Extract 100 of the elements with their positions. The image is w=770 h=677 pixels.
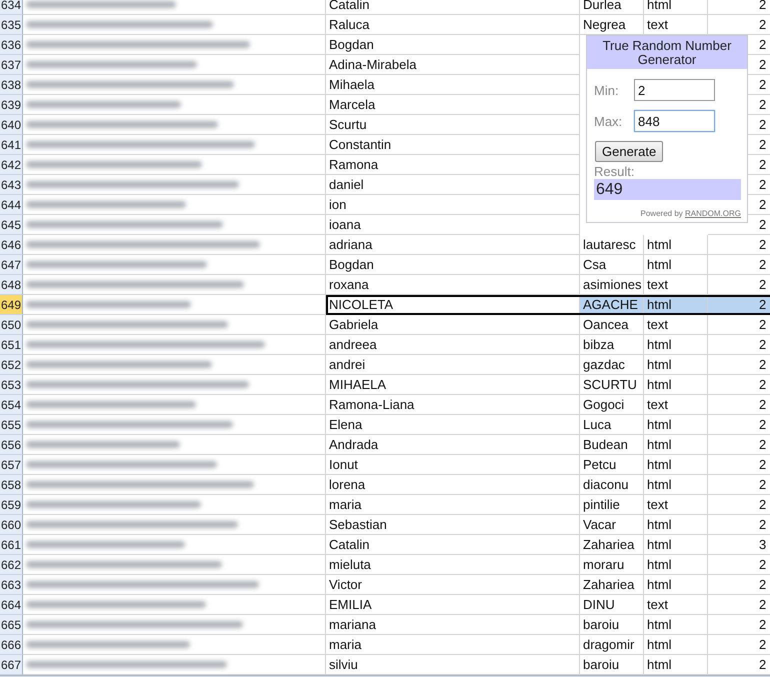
row-header[interactable]: 644 xyxy=(0,195,23,215)
table-cell: MIHAELA xyxy=(326,375,580,395)
row-header[interactable]: 642 xyxy=(0,155,23,175)
table-cell: Oancea xyxy=(580,315,644,335)
table-cell: html xyxy=(644,355,708,375)
table-cell: maria xyxy=(326,635,580,655)
result-label: Result: xyxy=(594,165,636,179)
table-cell: Elena xyxy=(326,415,580,435)
field-label: Min: xyxy=(594,82,620,98)
table-cell: lorena xyxy=(326,475,580,495)
table-cell: html xyxy=(644,435,708,455)
table-cell: DINU xyxy=(580,595,644,615)
row-header[interactable]: 643 xyxy=(0,175,23,195)
row-header[interactable]: 661 xyxy=(0,535,23,555)
table-cell: Scurtu xyxy=(326,115,580,135)
row-header[interactable]: 637 xyxy=(0,55,23,75)
table-cell: gazdac xyxy=(580,355,644,375)
table-cell: SCURTU xyxy=(580,375,644,395)
table-cell: html xyxy=(644,415,708,435)
table-cell: html xyxy=(644,375,708,395)
table-cell: Gogoci xyxy=(580,395,644,415)
table-cell: Ionut xyxy=(326,455,580,475)
table-cell: html xyxy=(644,535,708,555)
random-org-link[interactable]: RANDOM.ORG xyxy=(685,209,741,218)
row-header[interactable]: 647 xyxy=(0,255,23,275)
table-cell: text xyxy=(644,275,708,295)
table-cell: EMILIA xyxy=(326,595,580,615)
table-cell: html xyxy=(644,575,708,595)
table-cell: pintilie xyxy=(580,495,644,515)
min-field[interactable]: 2 xyxy=(634,79,715,101)
row-header[interactable]: 638 xyxy=(0,75,23,95)
table-cell: Zahariea xyxy=(580,575,644,595)
table-cell: 2 xyxy=(708,0,770,15)
row-header[interactable]: 662 xyxy=(0,555,23,575)
max-field[interactable]: 848 xyxy=(634,110,715,132)
table-cell: dragomir xyxy=(580,635,644,655)
table-cell: Constantin xyxy=(326,135,580,155)
table-cell: text xyxy=(644,595,708,615)
row-header[interactable]: 650 xyxy=(0,315,23,335)
row-header[interactable]: 658 xyxy=(0,475,23,495)
table-cell: html xyxy=(644,555,708,575)
table-cell: Negrea xyxy=(580,15,644,35)
row-header[interactable]: 664 xyxy=(0,595,23,615)
row-header[interactable]: 635 xyxy=(0,15,23,35)
table-cell: Csa xyxy=(580,255,644,275)
table-cell: Budean xyxy=(580,435,644,455)
table-cell: Bogdan xyxy=(326,255,580,275)
table-cell: AGACHE xyxy=(580,295,644,315)
row-header[interactable]: 660 xyxy=(0,515,23,535)
table-cell: text xyxy=(644,315,708,335)
result-value: 649 xyxy=(594,179,741,200)
table-cell: html xyxy=(644,295,708,315)
row-header[interactable]: 640 xyxy=(0,115,23,135)
table-cell: asimiones xyxy=(580,275,644,295)
row-header[interactable]: 665 xyxy=(0,615,23,635)
table-cell: Raluca xyxy=(326,15,580,35)
row-header[interactable]: 655 xyxy=(0,415,23,435)
table-cell: html xyxy=(644,335,708,355)
table-cell: Zahariea xyxy=(580,535,644,555)
table-cell: lautaresc xyxy=(580,235,644,255)
table-cell: ion xyxy=(326,195,580,215)
table-cell: Catalin xyxy=(326,535,580,555)
table-cell: html xyxy=(644,615,708,635)
row-header[interactable]: 653 xyxy=(0,375,23,395)
table-cell: Ramona xyxy=(326,155,580,175)
table-cell: maria xyxy=(326,495,580,515)
table-cell: roxana xyxy=(326,275,580,295)
table-cell: Sebastian xyxy=(326,515,580,535)
table-cell: Vacar xyxy=(580,515,644,535)
row-header[interactable]: 645 xyxy=(0,215,23,235)
row-header[interactable]: 651 xyxy=(0,335,23,355)
row-header[interactable]: 663 xyxy=(0,575,23,595)
table-cell: mariana xyxy=(326,615,580,635)
table-cell: html xyxy=(644,515,708,535)
table-cell: diaconu xyxy=(580,475,644,495)
row-header[interactable]: 656 xyxy=(0,435,23,455)
table-cell: Ramona-Liana xyxy=(326,395,580,415)
table-cell: Luca xyxy=(580,415,644,435)
row-header[interactable]: 649 xyxy=(0,295,23,315)
row-header[interactable]: 636 xyxy=(0,35,23,55)
generate-button[interactable]: Generate xyxy=(595,141,664,162)
row-header[interactable]: 657 xyxy=(0,455,23,475)
row-header[interactable]: 659 xyxy=(0,495,23,515)
table-cell: adriana xyxy=(326,235,580,255)
row-header[interactable]: 641 xyxy=(0,135,23,155)
row-header[interactable]: 634 xyxy=(0,0,23,15)
row-header[interactable]: 667 xyxy=(0,655,23,675)
table-cell: Marcela xyxy=(326,95,580,115)
row-header[interactable]: 639 xyxy=(0,95,23,115)
table-cell: Victor xyxy=(326,575,580,595)
row-header[interactable]: 654 xyxy=(0,395,23,415)
row-header[interactable]: 666 xyxy=(0,635,23,655)
widget-title: True Random Number Generator xyxy=(587,36,747,69)
table-cell: text xyxy=(644,15,708,35)
row-header[interactable]: 652 xyxy=(0,355,23,375)
table-cell: andreea xyxy=(326,335,580,355)
table-cell: html xyxy=(644,655,708,675)
row-header[interactable]: 648 xyxy=(0,275,23,295)
table-cell: daniel xyxy=(326,175,580,195)
row-header[interactable]: 646 xyxy=(0,235,23,255)
